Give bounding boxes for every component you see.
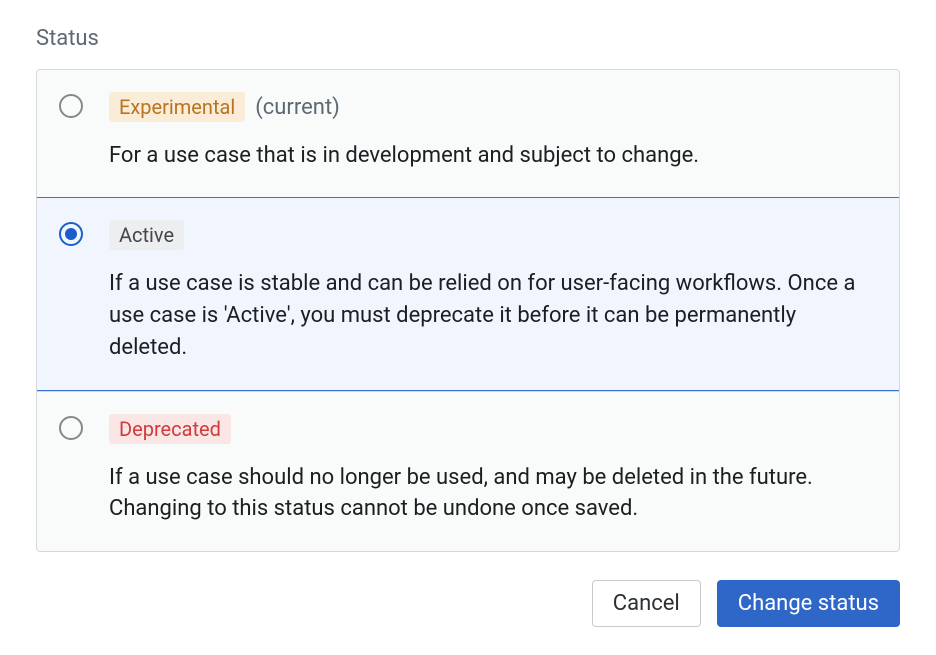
- radio-icon: [59, 222, 83, 246]
- current-label: (current): [255, 95, 340, 120]
- badge-line: Deprecated: [109, 414, 877, 444]
- option-description: If a use case should no longer be used, …: [109, 462, 877, 526]
- option-body: Experimental (current) For a use case th…: [109, 92, 877, 172]
- option-body: Deprecated If a use case should no longe…: [109, 414, 877, 526]
- experimental-badge: Experimental: [109, 92, 245, 122]
- radio-icon: [59, 416, 83, 440]
- change-status-button[interactable]: Change status: [717, 580, 900, 627]
- badge-line: Experimental (current): [109, 92, 877, 122]
- button-row: Cancel Change status: [36, 580, 900, 627]
- section-title: Status: [36, 26, 900, 51]
- radio-icon: [59, 94, 83, 118]
- status-option-experimental[interactable]: Experimental (current) For a use case th…: [37, 70, 899, 198]
- badge-line: Active: [109, 220, 877, 250]
- status-section: Status Experimental (current) For a use …: [36, 26, 900, 627]
- status-options: Experimental (current) For a use case th…: [36, 69, 900, 552]
- option-description: If a use case is stable and can be relie…: [109, 268, 877, 364]
- deprecated-badge: Deprecated: [109, 414, 231, 444]
- status-option-deprecated[interactable]: Deprecated If a use case should no longe…: [37, 391, 899, 552]
- cancel-button[interactable]: Cancel: [592, 580, 701, 627]
- active-badge: Active: [109, 220, 184, 250]
- option-description: For a use case that is in development an…: [109, 140, 877, 172]
- option-body: Active If a use case is stable and can b…: [109, 220, 877, 364]
- status-option-active[interactable]: Active If a use case is stable and can b…: [37, 197, 899, 391]
